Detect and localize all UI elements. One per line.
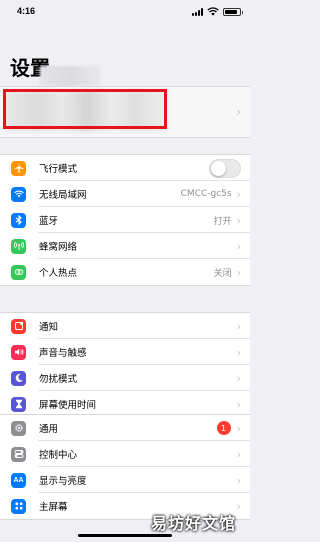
chevron-right-icon: ›: [236, 265, 241, 279]
settings-row-notifications[interactable]: 通知 ›: [0, 313, 250, 339]
gear-icon: [11, 420, 26, 436]
airplane-mode-toggle[interactable]: [209, 158, 241, 178]
status-bar: 4:16: [0, 0, 250, 28]
battery-icon: [223, 7, 243, 16]
chevron-right-icon: ›: [236, 319, 241, 333]
settings-group-general: 通用 1 › 控制中心 › AA 显示与亮度 › 主屏幕 ›: [0, 414, 250, 520]
chevron-right-icon: ›: [236, 187, 241, 201]
chevron-right-icon: ›: [236, 345, 241, 359]
settings-group-network: 飞行模式 无线局域网 CMCC-gc5s › 蓝牙 打开 › 蜂窝网络 › 个人…: [0, 154, 250, 286]
settings-group-notifications: 通知 › 声音与触感 › 勿扰模式 › 屏幕使用时间 ›: [0, 312, 250, 418]
settings-row-label: 控制中心: [39, 450, 78, 461]
settings-row-label: 显示与亮度: [39, 476, 87, 487]
settings-row-label: 个人热点: [39, 268, 78, 279]
display-icon: AA: [11, 472, 26, 488]
settings-row-cellular[interactable]: 蜂窝网络 ›: [0, 233, 250, 259]
wifi-icon: [11, 186, 26, 202]
airplane-icon: [11, 160, 26, 176]
sound-icon: [11, 344, 26, 360]
settings-row-general[interactable]: 通用 1 ›: [0, 415, 250, 441]
hotspot-icon: [11, 264, 26, 280]
settings-row-value: 关闭: [213, 268, 232, 279]
chevron-right-icon: ›: [236, 473, 241, 487]
update-badge: 1: [216, 421, 231, 435]
blurred-area: [40, 66, 100, 86]
settings-row-label: 蜂窝网络: [39, 242, 78, 253]
moon-icon: [11, 370, 26, 386]
status-icons: [192, 7, 243, 16]
control-center-icon: [11, 446, 26, 462]
settings-row-label: 屏幕使用时间: [39, 400, 97, 411]
settings-row-value: CMCC-gc5s: [180, 189, 232, 199]
home-indicator[interactable]: [78, 534, 172, 537]
chevron-right-icon: ›: [236, 421, 241, 435]
notifications-icon: [11, 318, 26, 334]
settings-row-label: 声音与触感: [39, 348, 87, 359]
settings-row-label: 飞行模式: [39, 164, 78, 175]
chevron-right-icon: ›: [236, 371, 241, 385]
settings-row-bluetooth[interactable]: 蓝牙 打开 ›: [0, 207, 250, 233]
settings-row-sounds[interactable]: 声音与触感 ›: [0, 339, 250, 365]
home-screen-icon: [11, 498, 26, 514]
settings-row-airplane-mode[interactable]: 飞行模式: [0, 155, 250, 181]
chevron-right-icon: ›: [236, 397, 241, 411]
settings-row-label: 通用: [39, 424, 59, 435]
bluetooth-icon: [11, 212, 26, 228]
chevron-right-icon: ›: [236, 239, 241, 253]
status-time: 4:16: [17, 6, 36, 16]
chevron-right-icon: ›: [236, 105, 241, 119]
cellular-icon: [11, 238, 26, 254]
settings-row-wifi[interactable]: 无线局域网 CMCC-gc5s ›: [0, 181, 250, 207]
settings-row-label: 无线局域网: [39, 190, 87, 201]
watermark-text: 易坊好文馆: [150, 514, 236, 533]
settings-row-display[interactable]: AA 显示与亮度 ›: [0, 467, 250, 493]
settings-row-label: 蓝牙: [39, 216, 59, 227]
settings-row-label: 勿扰模式: [39, 374, 78, 385]
chevron-right-icon: ›: [236, 499, 241, 513]
settings-row-label: 通知: [39, 322, 59, 333]
wifi-status-icon: [207, 7, 219, 16]
hourglass-icon: [11, 396, 26, 412]
settings-row-hotspot[interactable]: 个人热点 关闭 ›: [0, 259, 250, 285]
settings-row-control-center[interactable]: 控制中心 ›: [0, 441, 250, 467]
chevron-right-icon: ›: [236, 447, 241, 461]
settings-row-value: 打开: [213, 216, 232, 227]
chevron-right-icon: ›: [236, 213, 241, 227]
cellular-signal-icon: [192, 7, 203, 16]
settings-row-do-not-disturb[interactable]: 勿扰模式 ›: [0, 365, 250, 391]
highlight-annotation-box: [3, 89, 167, 129]
